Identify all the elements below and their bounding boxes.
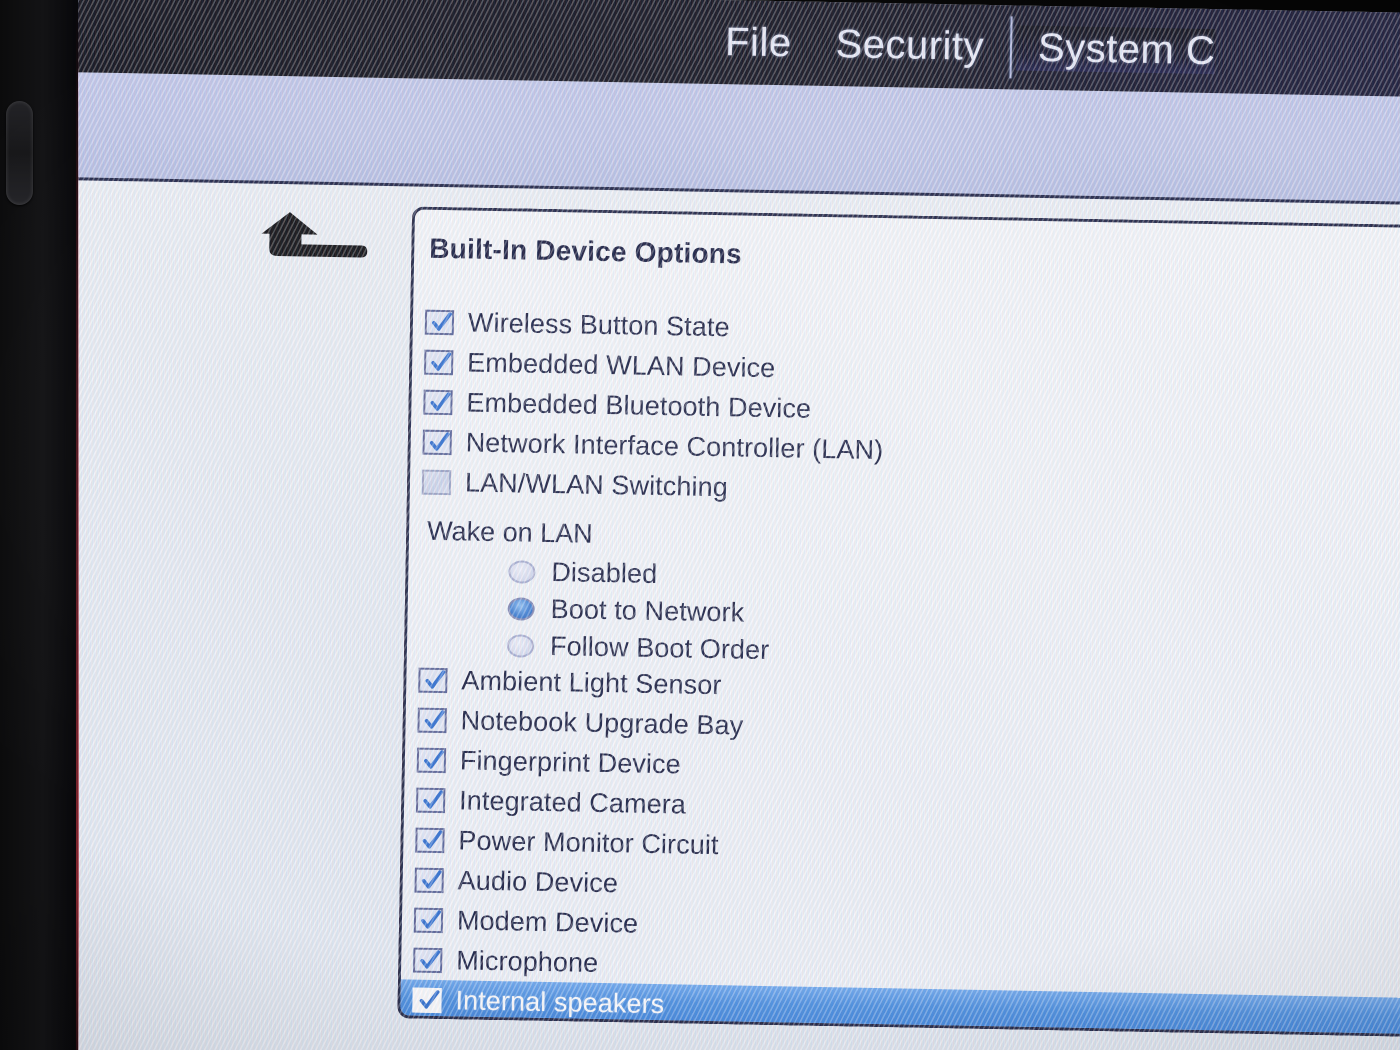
checkbox-icon-checked[interactable] [412, 987, 442, 1013]
lcd-screen: File Security System C Built-In Device O… [74, 0, 1400, 1050]
menu-item-security[interactable]: Security [813, 21, 1006, 70]
menubar-spacer [74, 30, 703, 42]
checkbox-label: Embedded Bluetooth Device [466, 386, 812, 424]
wake-on-lan-group: Wake on LAN Disabled Boot to Network Fol… [407, 509, 1400, 682]
checkbox-label: Power Monitor Circuit [458, 824, 719, 860]
checkbox-label: Wireless Button State [467, 306, 730, 342]
checkbox-icon-checked[interactable] [413, 907, 444, 933]
bezel-inner-edge [76, 0, 79, 1050]
checkbox-icon-checked[interactable] [417, 707, 447, 733]
radio-icon-unselected[interactable] [508, 560, 536, 584]
menu-item-file[interactable]: File [703, 19, 814, 66]
checkbox-icon-checked[interactable] [423, 349, 454, 375]
checkbox-label: Notebook Upgrade Bay [460, 704, 744, 741]
radio-icon-unselected[interactable] [506, 634, 535, 658]
built-in-device-options-panel: Built-In Device Options Wireless Button … [397, 206, 1400, 1039]
menu-item-system-configuration[interactable]: System C [1015, 24, 1216, 74]
device-options-bottom-list: Ambient Light Sensor Notebook Upgrade Ba… [400, 659, 1400, 1039]
checkbox-label: Internal speakers [455, 984, 665, 1019]
bezel-button[interactable] [6, 101, 33, 205]
radio-label: Follow Boot Order [549, 631, 770, 666]
checkbox-icon-checked[interactable] [414, 867, 444, 893]
checkbox-icon-checked[interactable] [415, 827, 445, 853]
checkbox-icon-checked[interactable] [423, 389, 453, 415]
checkbox-label: Fingerprint Device [459, 744, 682, 779]
checkbox-icon-checked[interactable] [422, 429, 452, 455]
checkbox-icon-unchecked[interactable] [421, 469, 452, 495]
checkbox-icon-checked[interactable] [415, 787, 446, 813]
checkbox-label: Microphone [455, 944, 599, 978]
checkbox-icon-checked[interactable] [424, 309, 455, 335]
radio-label: Boot to Network [550, 594, 745, 628]
checkbox-label: Network Interface Controller (LAN) [465, 426, 884, 465]
radio-icon-selected[interactable] [507, 597, 535, 621]
checkbox-label: Audio Device [457, 864, 619, 898]
radio-label: Disabled [551, 557, 658, 589]
page-title: Built-In Device Options [429, 232, 743, 270]
laptop-screen-photo: File Security System C Built-In Device O… [0, 0, 1400, 1050]
vertical-divider-icon [1009, 16, 1013, 79]
checkbox-icon-checked[interactable] [416, 747, 447, 773]
checkbox-icon-checked[interactable] [418, 667, 448, 693]
screen-wrapper: File Security System C Built-In Device O… [74, 0, 1400, 1050]
checkbox-label: Ambient Light Sensor [461, 664, 722, 700]
checkbox-label: LAN/WLAN Switching [464, 466, 729, 502]
checkbox-icon-checked[interactable] [413, 947, 443, 973]
return-arrow-icon [261, 212, 368, 258]
checkbox-label: Modem Device [456, 904, 639, 939]
checkbox-label: Embedded WLAN Device [466, 346, 776, 383]
device-options-top-list: Wireless Button State Embedded WLAN Devi… [410, 301, 1400, 521]
checkbox-label: Integrated Camera [458, 784, 687, 820]
